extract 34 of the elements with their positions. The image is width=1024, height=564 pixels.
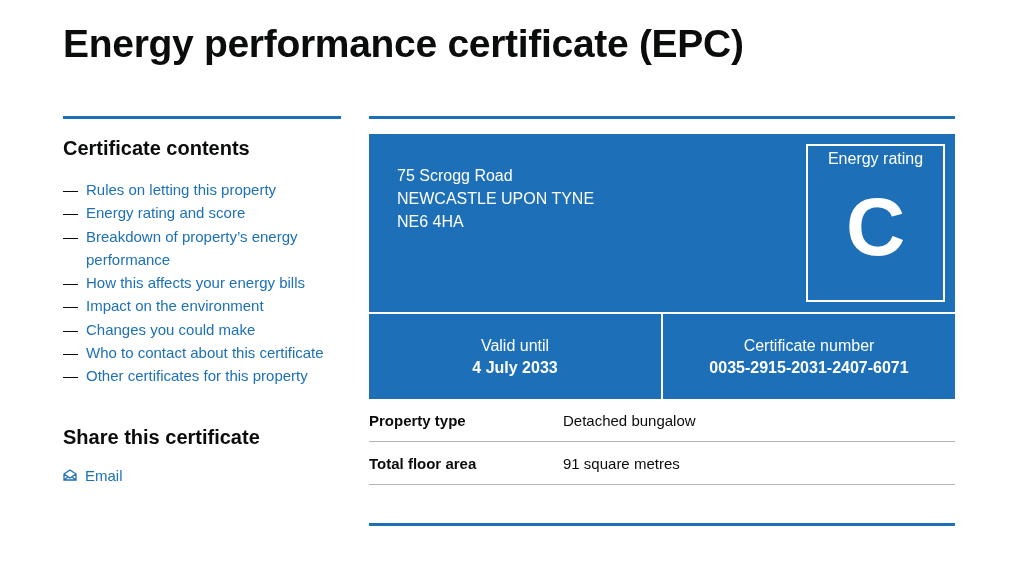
fact-value: 4 July 2033 [472, 358, 558, 377]
dash-marker: — [63, 180, 79, 200]
contents-link[interactable]: Impact on the environment [86, 294, 264, 318]
page-title: Energy performance certificate (EPC) [63, 22, 745, 66]
contents-link[interactable]: Other certificates for this property [86, 364, 308, 388]
email-link[interactable]: Email [63, 466, 123, 484]
summary-value: Detached bungalow [563, 411, 696, 429]
address-line: 75 Scrogg Road [397, 166, 514, 186]
dash-marker: — [63, 226, 79, 247]
summary-key: Property type [369, 411, 563, 429]
contents-link[interactable]: How this affects your energy bills [86, 271, 305, 295]
contents-link[interactable]: Energy rating and score [86, 201, 246, 225]
dash-marker: — [63, 203, 79, 224]
summary-key: Total floor area [369, 454, 563, 472]
dash-marker: — [63, 273, 79, 294]
fact-label: Certificate number [743, 336, 875, 355]
dash-marker: — [63, 343, 79, 364]
address-line: NEWCASTLE UPON TYNE [397, 189, 595, 209]
dash-marker: — [63, 296, 79, 317]
envelope-icon [63, 469, 77, 482]
section-heading: Certificate contents [63, 137, 251, 160]
fact-label: Valid until [480, 336, 550, 355]
address-line: NE6 4HA [397, 212, 465, 232]
dash-marker: — [63, 366, 79, 387]
contents-link[interactable]: Changes you could make [86, 317, 256, 342]
contents-link[interactable]: Who to contact about this certificate [86, 341, 324, 365]
contents-link[interactable]: Breakdown of property’s energy performance [86, 224, 341, 272]
rating-label: Energy rating [827, 150, 924, 168]
section-heading: Share this certificate [63, 425, 261, 449]
fact-value: 0035-2915-2031-2407-6071 [709, 358, 909, 377]
rating-grade: C [845, 186, 906, 268]
dash-marker: — [63, 319, 79, 340]
summary-value: 91 square metres [563, 454, 680, 472]
contents-link[interactable]: Rules on letting this property [86, 178, 277, 202]
